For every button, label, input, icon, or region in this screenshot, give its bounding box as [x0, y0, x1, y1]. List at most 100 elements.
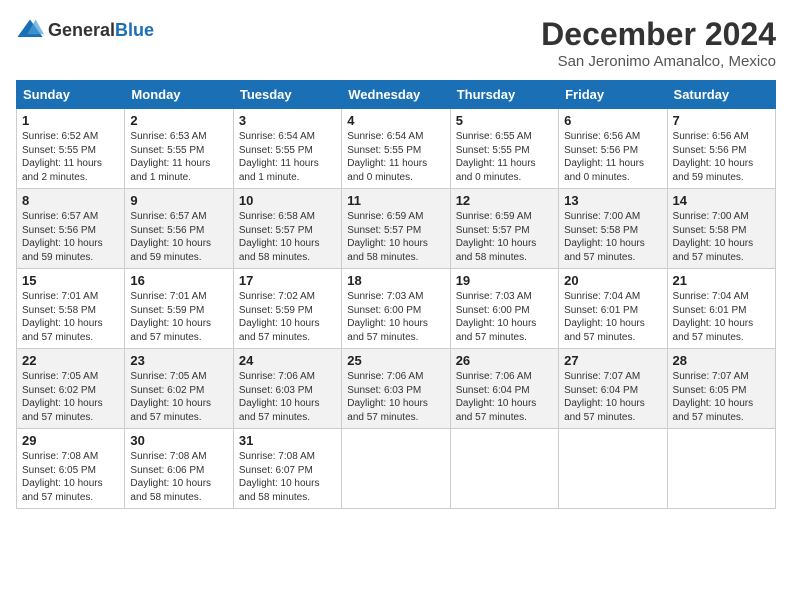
table-row: 30 Sunrise: 7:08 AM Sunset: 6:06 PM Dayl…	[125, 429, 233, 509]
day-number: 6	[564, 113, 661, 128]
day-number: 15	[22, 273, 119, 288]
day-info: Sunrise: 6:57 AM Sunset: 5:56 PM Dayligh…	[22, 210, 119, 264]
day-number: 11	[347, 193, 444, 208]
day-info: Sunrise: 7:04 AM Sunset: 6:01 PM Dayligh…	[564, 290, 661, 344]
table-row: 23 Sunrise: 7:05 AM Sunset: 6:02 PM Dayl…	[125, 349, 233, 429]
day-info: Sunrise: 7:04 AM Sunset: 6:01 PM Dayligh…	[673, 290, 770, 344]
day-info: Sunrise: 7:05 AM Sunset: 6:02 PM Dayligh…	[130, 370, 227, 424]
header-monday: Monday	[125, 81, 233, 109]
table-row: 7 Sunrise: 6:56 AM Sunset: 5:56 PM Dayli…	[667, 109, 775, 189]
day-number: 5	[456, 113, 553, 128]
day-info: Sunrise: 6:55 AM Sunset: 5:55 PM Dayligh…	[456, 130, 553, 184]
day-number: 10	[239, 193, 336, 208]
day-info: Sunrise: 6:54 AM Sunset: 5:55 PM Dayligh…	[347, 130, 444, 184]
day-info: Sunrise: 7:01 AM Sunset: 5:59 PM Dayligh…	[130, 290, 227, 344]
day-number: 24	[239, 353, 336, 368]
day-info: Sunrise: 7:08 AM Sunset: 6:06 PM Dayligh…	[130, 450, 227, 504]
location-title: San Jeronimo Amanalco, Mexico	[541, 53, 776, 70]
day-info: Sunrise: 6:57 AM Sunset: 5:56 PM Dayligh…	[130, 210, 227, 264]
day-number: 21	[673, 273, 770, 288]
header: GeneralBlue December 2024 San Jeronimo A…	[16, 16, 776, 70]
day-info: Sunrise: 7:01 AM Sunset: 5:58 PM Dayligh…	[22, 290, 119, 344]
table-row: 11 Sunrise: 6:59 AM Sunset: 5:57 PM Dayl…	[342, 189, 450, 269]
table-row: 25 Sunrise: 7:06 AM Sunset: 6:03 PM Dayl…	[342, 349, 450, 429]
day-number: 9	[130, 193, 227, 208]
day-info: Sunrise: 7:03 AM Sunset: 6:00 PM Dayligh…	[347, 290, 444, 344]
table-row	[667, 429, 775, 509]
header-saturday: Saturday	[667, 81, 775, 109]
header-friday: Friday	[559, 81, 667, 109]
day-number: 4	[347, 113, 444, 128]
day-number: 18	[347, 273, 444, 288]
calendar-table: Sunday Monday Tuesday Wednesday Thursday…	[16, 80, 776, 509]
calendar-header-row: Sunday Monday Tuesday Wednesday Thursday…	[17, 81, 776, 109]
table-row: 6 Sunrise: 6:56 AM Sunset: 5:56 PM Dayli…	[559, 109, 667, 189]
table-row: 28 Sunrise: 7:07 AM Sunset: 6:05 PM Dayl…	[667, 349, 775, 429]
logo-icon	[16, 16, 44, 44]
calendar-week-row: 15 Sunrise: 7:01 AM Sunset: 5:58 PM Dayl…	[17, 269, 776, 349]
day-number: 25	[347, 353, 444, 368]
table-row: 1 Sunrise: 6:52 AM Sunset: 5:55 PM Dayli…	[17, 109, 125, 189]
day-number: 1	[22, 113, 119, 128]
day-number: 13	[564, 193, 661, 208]
day-info: Sunrise: 7:00 AM Sunset: 5:58 PM Dayligh…	[564, 210, 661, 264]
calendar-week-row: 8 Sunrise: 6:57 AM Sunset: 5:56 PM Dayli…	[17, 189, 776, 269]
table-row: 8 Sunrise: 6:57 AM Sunset: 5:56 PM Dayli…	[17, 189, 125, 269]
table-row: 5 Sunrise: 6:55 AM Sunset: 5:55 PM Dayli…	[450, 109, 558, 189]
table-row: 29 Sunrise: 7:08 AM Sunset: 6:05 PM Dayl…	[17, 429, 125, 509]
day-number: 27	[564, 353, 661, 368]
calendar-week-row: 1 Sunrise: 6:52 AM Sunset: 5:55 PM Dayli…	[17, 109, 776, 189]
calendar-week-row: 29 Sunrise: 7:08 AM Sunset: 6:05 PM Dayl…	[17, 429, 776, 509]
table-row: 22 Sunrise: 7:05 AM Sunset: 6:02 PM Dayl…	[17, 349, 125, 429]
day-number: 17	[239, 273, 336, 288]
table-row: 12 Sunrise: 6:59 AM Sunset: 5:57 PM Dayl…	[450, 189, 558, 269]
day-info: Sunrise: 6:59 AM Sunset: 5:57 PM Dayligh…	[456, 210, 553, 264]
table-row: 15 Sunrise: 7:01 AM Sunset: 5:58 PM Dayl…	[17, 269, 125, 349]
table-row: 20 Sunrise: 7:04 AM Sunset: 6:01 PM Dayl…	[559, 269, 667, 349]
table-row	[450, 429, 558, 509]
day-number: 26	[456, 353, 553, 368]
day-number: 23	[130, 353, 227, 368]
day-number: 7	[673, 113, 770, 128]
day-number: 20	[564, 273, 661, 288]
day-info: Sunrise: 6:56 AM Sunset: 5:56 PM Dayligh…	[564, 130, 661, 184]
day-info: Sunrise: 6:54 AM Sunset: 5:55 PM Dayligh…	[239, 130, 336, 184]
day-number: 2	[130, 113, 227, 128]
table-row: 3 Sunrise: 6:54 AM Sunset: 5:55 PM Dayli…	[233, 109, 341, 189]
header-wednesday: Wednesday	[342, 81, 450, 109]
table-row: 4 Sunrise: 6:54 AM Sunset: 5:55 PM Dayli…	[342, 109, 450, 189]
table-row: 19 Sunrise: 7:03 AM Sunset: 6:00 PM Dayl…	[450, 269, 558, 349]
day-number: 31	[239, 433, 336, 448]
table-row: 26 Sunrise: 7:06 AM Sunset: 6:04 PM Dayl…	[450, 349, 558, 429]
day-info: Sunrise: 7:03 AM Sunset: 6:00 PM Dayligh…	[456, 290, 553, 344]
table-row: 14 Sunrise: 7:00 AM Sunset: 5:58 PM Dayl…	[667, 189, 775, 269]
day-info: Sunrise: 6:58 AM Sunset: 5:57 PM Dayligh…	[239, 210, 336, 264]
header-sunday: Sunday	[17, 81, 125, 109]
day-info: Sunrise: 7:06 AM Sunset: 6:03 PM Dayligh…	[239, 370, 336, 424]
table-row: 16 Sunrise: 7:01 AM Sunset: 5:59 PM Dayl…	[125, 269, 233, 349]
day-info: Sunrise: 7:07 AM Sunset: 6:04 PM Dayligh…	[564, 370, 661, 424]
table-row: 17 Sunrise: 7:02 AM Sunset: 5:59 PM Dayl…	[233, 269, 341, 349]
day-info: Sunrise: 7:08 AM Sunset: 6:05 PM Dayligh…	[22, 450, 119, 504]
table-row: 10 Sunrise: 6:58 AM Sunset: 5:57 PM Dayl…	[233, 189, 341, 269]
table-row: 2 Sunrise: 6:53 AM Sunset: 5:55 PM Dayli…	[125, 109, 233, 189]
day-number: 3	[239, 113, 336, 128]
day-info: Sunrise: 6:53 AM Sunset: 5:55 PM Dayligh…	[130, 130, 227, 184]
day-info: Sunrise: 7:05 AM Sunset: 6:02 PM Dayligh…	[22, 370, 119, 424]
header-tuesday: Tuesday	[233, 81, 341, 109]
day-info: Sunrise: 7:07 AM Sunset: 6:05 PM Dayligh…	[673, 370, 770, 424]
day-number: 14	[673, 193, 770, 208]
table-row: 24 Sunrise: 7:06 AM Sunset: 6:03 PM Dayl…	[233, 349, 341, 429]
day-number: 22	[22, 353, 119, 368]
day-info: Sunrise: 7:00 AM Sunset: 5:58 PM Dayligh…	[673, 210, 770, 264]
title-area: December 2024 San Jeronimo Amanalco, Mex…	[541, 16, 776, 70]
table-row: 18 Sunrise: 7:03 AM Sunset: 6:00 PM Dayl…	[342, 269, 450, 349]
day-number: 16	[130, 273, 227, 288]
day-info: Sunrise: 7:08 AM Sunset: 6:07 PM Dayligh…	[239, 450, 336, 504]
day-info: Sunrise: 6:59 AM Sunset: 5:57 PM Dayligh…	[347, 210, 444, 264]
calendar-week-row: 22 Sunrise: 7:05 AM Sunset: 6:02 PM Dayl…	[17, 349, 776, 429]
month-title: December 2024	[541, 16, 776, 53]
day-number: 29	[22, 433, 119, 448]
day-number: 8	[22, 193, 119, 208]
logo-blue: Blue	[115, 20, 154, 40]
